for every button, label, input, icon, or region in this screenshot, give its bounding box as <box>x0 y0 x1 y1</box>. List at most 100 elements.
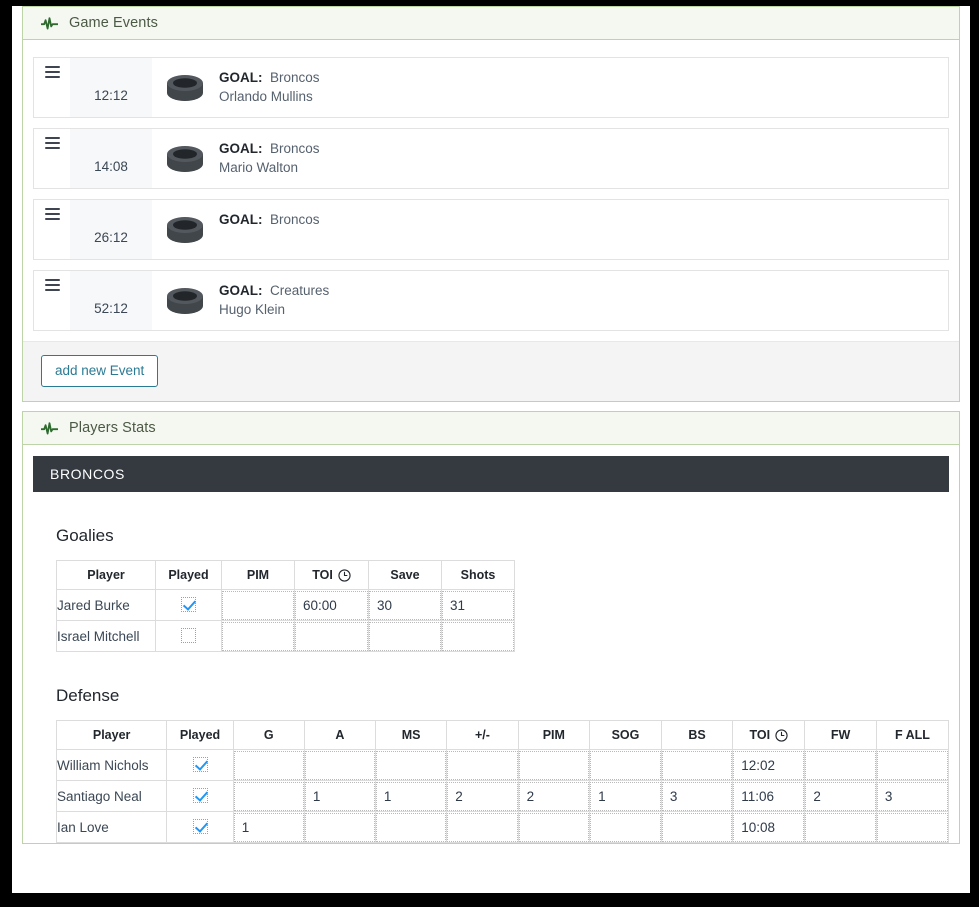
stat-cell <box>804 780 877 812</box>
stat-cell <box>221 620 295 652</box>
pim-input[interactable] <box>518 750 590 780</box>
screen-frame: Game Events 12:12 GOAL: Broncos Orlando … <box>0 0 979 907</box>
players-stats-header: Players Stats <box>23 412 959 445</box>
ms-input[interactable] <box>375 781 447 811</box>
plusminus-input[interactable] <box>447 781 518 811</box>
toi-input[interactable] <box>733 781 805 811</box>
played-checkbox[interactable] <box>192 757 208 773</box>
event-time[interactable]: 52:12 <box>70 271 152 330</box>
col-g: G <box>232 720 305 750</box>
event-row[interactable]: 12:12 GOAL: Broncos Orlando Mullins <box>33 57 949 118</box>
event-team: Broncos <box>270 70 320 85</box>
played-checkbox[interactable] <box>192 819 208 835</box>
plusminus-input[interactable] <box>447 812 518 842</box>
g-input[interactable] <box>233 750 304 780</box>
event-row[interactable]: 14:08 GOAL: Broncos Mario Walton <box>33 128 949 189</box>
drag-handle-icon[interactable] <box>34 58 70 117</box>
fall-input[interactable] <box>876 750 948 780</box>
stat-cell <box>368 620 442 652</box>
table-row: Santiago Neal <box>55 780 950 812</box>
plusminus-input[interactable] <box>447 750 518 780</box>
game-events-title: Game Events <box>69 15 158 31</box>
event-time[interactable]: 12:12 <box>70 58 152 117</box>
save-input[interactable] <box>369 590 441 620</box>
stat-cell <box>589 811 662 843</box>
player-name: Santiago Neal <box>55 780 168 812</box>
pulse-icon <box>41 421 58 435</box>
col-toi: TOI <box>294 560 369 590</box>
event-time[interactable]: 26:12 <box>70 200 152 259</box>
table-row: Jared Burke <box>56 589 515 621</box>
event-row[interactable]: 26:12 GOAL: Broncos <box>33 199 949 260</box>
team-header-bar: BRONCOS <box>33 456 949 492</box>
save-input[interactable] <box>369 621 441 651</box>
stat-cell <box>517 780 591 812</box>
drag-handle-icon[interactable] <box>34 129 70 188</box>
bs-input[interactable] <box>661 781 733 811</box>
pim-input[interactable] <box>222 590 294 620</box>
stat-cell <box>232 811 305 843</box>
col-toi: TOI <box>732 720 806 750</box>
event-player: Mario Walton <box>219 159 299 175</box>
toi-input[interactable] <box>295 590 368 620</box>
played-checkbox[interactable] <box>181 628 196 644</box>
stat-cell <box>374 749 448 781</box>
stat-cell <box>232 780 305 812</box>
stat-cell <box>294 589 369 621</box>
bs-input[interactable] <box>661 750 733 780</box>
toi-input[interactable] <box>295 621 368 651</box>
a-input[interactable] <box>304 812 375 842</box>
stat-cell <box>660 749 734 781</box>
puck-icon <box>152 58 218 117</box>
fw-input[interactable] <box>805 781 876 811</box>
stat-cell <box>875 780 950 812</box>
drag-handle-icon[interactable] <box>34 200 70 259</box>
g-input[interactable] <box>233 781 304 811</box>
toi-input[interactable] <box>733 812 805 842</box>
bs-input[interactable] <box>661 812 733 842</box>
stat-cell <box>804 749 877 781</box>
stat-cell <box>732 780 806 812</box>
col-pim: PIM <box>221 560 295 590</box>
stat-cell <box>221 589 295 621</box>
played-cell <box>166 780 234 812</box>
stat-cell <box>875 811 950 843</box>
page-root: Game Events 12:12 GOAL: Broncos Orlando … <box>12 6 970 893</box>
ms-input[interactable] <box>375 812 447 842</box>
add-new-event-button[interactable]: add new Event <box>41 355 159 387</box>
shots-input[interactable] <box>442 621 514 651</box>
stat-cell <box>446 811 519 843</box>
g-input[interactable] <box>233 812 304 842</box>
pim-input[interactable] <box>518 812 590 842</box>
toi-input[interactable] <box>733 750 805 780</box>
fw-input[interactable] <box>805 812 876 842</box>
puck-icon <box>152 271 218 330</box>
pim-input[interactable] <box>518 781 590 811</box>
col-fall: F ALL <box>875 720 950 750</box>
stat-cell <box>446 749 519 781</box>
fall-input[interactable] <box>876 781 948 811</box>
ms-input[interactable] <box>375 750 447 780</box>
event-player: Hugo Klein <box>219 301 286 317</box>
played-checkbox[interactable] <box>192 788 208 804</box>
shots-input[interactable] <box>442 590 514 620</box>
stat-cell <box>374 780 448 812</box>
stat-cell <box>732 749 806 781</box>
event-time[interactable]: 14:08 <box>70 129 152 188</box>
a-input[interactable] <box>304 750 375 780</box>
sog-input[interactable] <box>590 750 661 780</box>
stat-cell <box>441 589 515 621</box>
drag-handle-icon[interactable] <box>34 271 70 330</box>
clock-icon <box>338 568 351 582</box>
sog-input[interactable] <box>590 812 661 842</box>
stat-cell <box>441 620 515 652</box>
fall-input[interactable] <box>876 812 948 842</box>
event-row[interactable]: 52:12 GOAL: Creatures Hugo Klein <box>33 270 949 331</box>
stat-cell <box>804 811 877 843</box>
pim-input[interactable] <box>222 621 294 651</box>
a-input[interactable] <box>304 781 375 811</box>
fw-input[interactable] <box>805 750 876 780</box>
event-team: Broncos <box>270 212 320 228</box>
played-checkbox[interactable] <box>181 597 196 613</box>
sog-input[interactable] <box>590 781 661 811</box>
